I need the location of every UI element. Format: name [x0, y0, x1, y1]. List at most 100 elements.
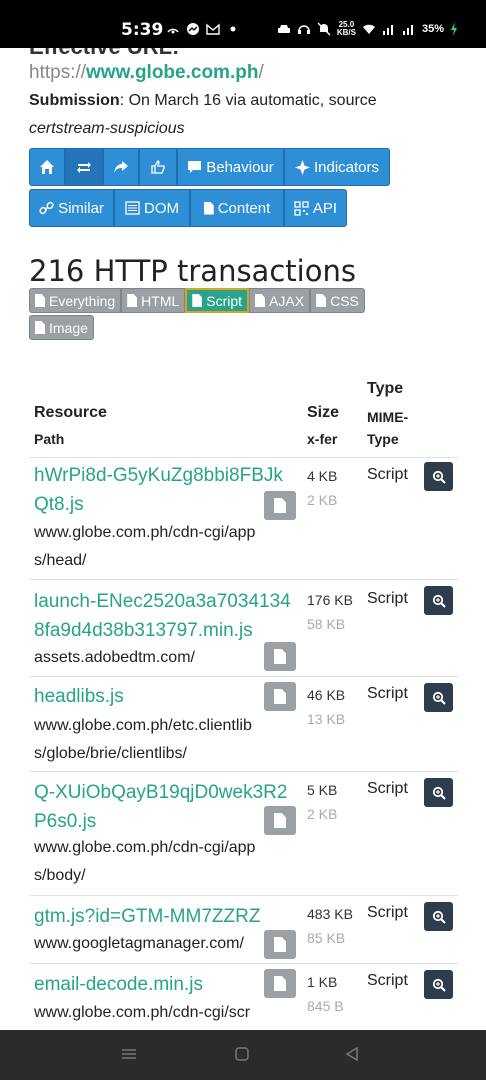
status-time: 5:39 — [121, 20, 164, 40]
home-nav-icon[interactable] — [234, 1046, 250, 1062]
mute-bell-icon — [317, 22, 331, 36]
url-scheme: https:// — [29, 62, 87, 83]
url-suffix: / — [258, 62, 264, 83]
filter-css-label: CSS — [330, 292, 359, 309]
resource-name[interactable]: Q-XUiObQayB19qjD0wek3R2P6s0.js — [34, 778, 292, 836]
messenger-icon — [187, 23, 199, 35]
nav-button-row-1: Behaviour Indicators — [29, 148, 390, 186]
list-alt-icon — [125, 201, 140, 215]
inspect-button[interactable] — [424, 586, 453, 615]
api-label: API — [312, 199, 338, 217]
zoom-in-icon — [432, 978, 446, 992]
zoom-in-icon — [432, 910, 446, 924]
recent-apps-icon[interactable] — [120, 1046, 138, 1062]
resource-name[interactable]: hWrPi8d-G5yKuZg8bbi8FBJkQt8.js — [34, 461, 292, 519]
submission-source: certstream-suspicious — [29, 120, 185, 137]
zoom-in-icon — [432, 594, 446, 608]
view-content-button[interactable] — [264, 642, 296, 671]
column-header-xfer: x-fer — [307, 431, 338, 447]
transactions-title: 216 HTTP transactions — [29, 254, 356, 288]
car-icon — [277, 25, 290, 33]
redirects-button[interactable] — [103, 148, 139, 186]
table-row: gtm.js?id=GTM-MM7ZZRZ www.googletagmanag… — [29, 895, 458, 963]
content-button[interactable]: Content — [190, 189, 284, 227]
filter-html[interactable]: HTML — [121, 288, 186, 313]
submission-text: : On March 16 via automatic, source — [119, 92, 377, 109]
resource-type: Script — [367, 685, 408, 702]
page-content: Effective URL: https://www.globe.com.ph/… — [0, 48, 486, 1030]
column-header-size: Size — [307, 404, 340, 421]
view-content-button[interactable] — [264, 806, 296, 835]
table-row: headlibs.js www.globe.com.ph/etc.clientl… — [29, 676, 458, 771]
dom-button[interactable]: DOM — [114, 189, 190, 227]
wifi-icon — [362, 24, 375, 34]
zoom-in-icon — [432, 470, 446, 484]
file-icon — [274, 689, 286, 704]
home-button[interactable] — [29, 148, 65, 186]
filter-everything[interactable]: Everything — [29, 288, 122, 313]
column-header-type: Type — [367, 380, 404, 397]
nav-button-row-2: Similar DOM Content API — [29, 189, 347, 227]
file-icon — [35, 294, 45, 307]
file-icon — [274, 498, 286, 513]
headset-icon — [297, 25, 310, 34]
signal-icon-2 — [402, 25, 413, 35]
zoom-in-icon — [432, 691, 446, 705]
charging-icon — [451, 22, 457, 36]
home-icon — [40, 160, 54, 174]
inspect-button[interactable] — [424, 970, 453, 999]
inspect-button[interactable] — [424, 778, 453, 807]
network-speed-unit: KB/S — [336, 28, 356, 37]
network-speed: 25.0 KB/S — [337, 21, 356, 37]
view-content-button[interactable] — [264, 930, 296, 959]
resource-name[interactable]: launch-ENec2520a3a70341348fa9d4d38b31379… — [34, 587, 292, 645]
dot-icon — [230, 26, 236, 32]
view-content-button[interactable] — [264, 491, 296, 520]
resource-size: 4 KB — [307, 468, 338, 484]
filter-html-label: HTML — [141, 292, 180, 309]
resource-xfer: 2 KB — [307, 492, 338, 508]
resource-name[interactable]: email-decode.min.js — [34, 970, 292, 999]
filter-css[interactable]: CSS — [310, 288, 365, 313]
links-button[interactable] — [139, 148, 177, 186]
url-host[interactable]: www.globe.com.ph — [86, 62, 258, 83]
filter-everything-label: Everything — [49, 292, 116, 309]
resource-path: www.globe.com.ph/cdn-cgi/apps/head/ — [34, 524, 256, 569]
file-icon — [316, 294, 327, 307]
table-row: launch-ENec2520a3a70341348fa9d4d38b31379… — [29, 579, 458, 676]
view-content-button[interactable] — [264, 682, 296, 711]
signal-icon — [382, 25, 393, 35]
table-row: hWrPi8d-G5yKuZg8bbi8FBJkQt8.js www.globe… — [29, 457, 458, 579]
view-content-button[interactable] — [264, 969, 296, 998]
resource-size: 5 KB — [307, 782, 338, 798]
resource-path: assets.adobedtm.com/ — [34, 649, 195, 666]
inspect-button[interactable] — [424, 902, 453, 931]
resource-type: Script — [367, 780, 408, 797]
resource-type: Script — [367, 972, 408, 989]
inspect-button[interactable] — [424, 462, 453, 491]
inspect-button[interactable] — [424, 683, 453, 712]
resource-name[interactable]: gtm.js?id=GTM-MM7ZZRZ — [34, 902, 292, 931]
notification-icons — [166, 22, 240, 36]
hand-point-icon — [151, 159, 165, 174]
dom-label: DOM — [144, 199, 179, 217]
file-icon — [274, 813, 286, 828]
indicators-button[interactable]: Indicators — [284, 148, 390, 186]
filter-ajax[interactable]: AJAX — [249, 288, 311, 313]
resource-type: Script — [367, 590, 408, 607]
similar-button[interactable]: Similar — [29, 189, 114, 227]
filter-image[interactable]: Image — [29, 315, 94, 340]
submission-line: Submission: On March 16 via automatic, s… — [29, 92, 377, 110]
behaviour-label: Behaviour — [206, 158, 274, 176]
transactions-button[interactable] — [65, 148, 103, 186]
column-header-resource: Resource — [34, 404, 107, 421]
behaviour-button[interactable]: Behaviour — [177, 148, 284, 186]
filter-script[interactable]: Script — [185, 288, 250, 313]
effective-url[interactable]: https://www.globe.com.ph/ — [29, 62, 264, 84]
column-header-mime: MIME-Type — [367, 409, 409, 447]
resource-xfer: 58 KB — [307, 616, 346, 632]
api-button[interactable]: API — [284, 189, 347, 227]
resource-name[interactable]: headlibs.js — [34, 682, 292, 711]
qrcode-icon — [294, 200, 309, 216]
back-icon[interactable] — [344, 1046, 360, 1062]
